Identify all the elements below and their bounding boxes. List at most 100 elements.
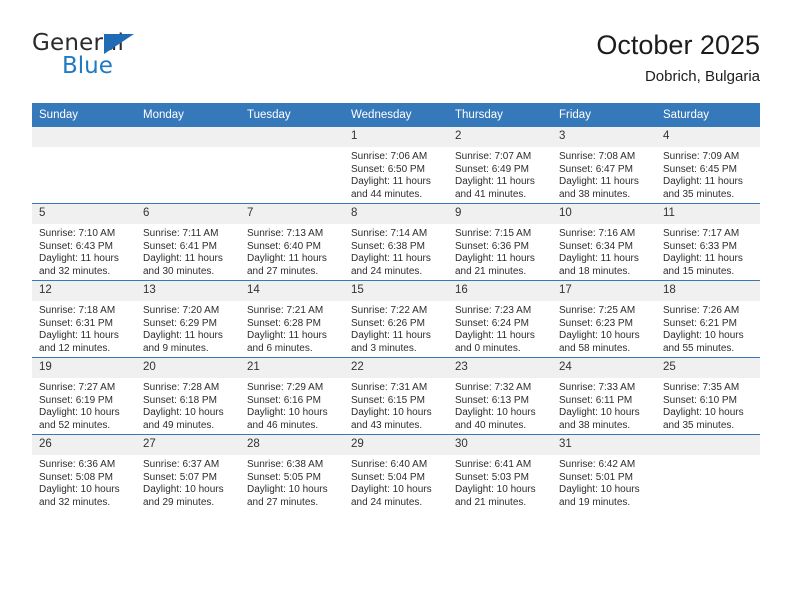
sunrise-text: Sunrise: 7:25 AM xyxy=(559,305,636,316)
day-number: 13 xyxy=(136,281,240,301)
calendar-day-cell-empty xyxy=(656,434,760,511)
calendar-day-cell[interactable]: 9 Sunrise: 7:15 AM Sunset: 6:36 PM Daylight… xyxy=(448,203,552,281)
sunset-text: Sunset: 6:21 PM xyxy=(663,317,737,329)
calendar-week-row: 5 Sunrise: 7:10 AM Sunset: 6:43 PM Daylight… xyxy=(32,203,760,281)
sunset-text: Sunset: 6:19 PM xyxy=(39,394,113,406)
day-sun-info: Sunrise: 7:26 AM Sunset: 6:21 PM Daylight:… xyxy=(656,301,760,355)
day-cell-inner xyxy=(240,127,344,203)
calendar-day-cell[interactable]: 26 Sunrise: 6:36 AM Sunset: 5:08 PM Dayligh… xyxy=(32,434,136,511)
calendar-day-cell[interactable]: 13 Sunrise: 7:20 AM Sunset: 6:29 PM Dayligh… xyxy=(136,280,240,358)
day-number: 29 xyxy=(344,435,448,455)
day-sun-info: Sunrise: 7:18 AM Sunset: 6:31 PM Daylight:… xyxy=(32,301,136,355)
calendar-day-cell[interactable]: 15 Sunrise: 7:22 AM Sunset: 6:26 PM Dayligh… xyxy=(344,280,448,358)
daylight-text-line2: and 18 minutes. xyxy=(559,265,631,277)
calendar-day-cell[interactable]: 1 Sunrise: 7:06 AM Sunset: 6:50 PM Daylight… xyxy=(344,127,448,204)
calendar-day-cell[interactable]: 30 Sunrise: 6:41 AM Sunset: 5:03 PM Dayligh… xyxy=(448,434,552,511)
general-blue-logo[interactable]: General Blue xyxy=(32,30,232,88)
daylight-text-line2: and 43 minutes. xyxy=(351,419,423,431)
sunset-text: Sunset: 6:41 PM xyxy=(143,240,217,252)
calendar-day-cell[interactable]: 14 Sunrise: 7:21 AM Sunset: 6:28 PM Dayligh… xyxy=(240,280,344,358)
sunset-text: Sunset: 6:16 PM xyxy=(247,394,321,406)
sunrise-text: Sunrise: 6:42 AM xyxy=(559,459,636,470)
day-number: 23 xyxy=(448,358,552,378)
daylight-text-line2: and 41 minutes. xyxy=(455,188,527,200)
calendar-day-cell[interactable]: 20 Sunrise: 7:28 AM Sunset: 6:18 PM Dayligh… xyxy=(136,357,240,435)
day-number: 2 xyxy=(448,127,552,147)
daylight-text-line1: Daylight: 10 hours xyxy=(455,484,536,496)
day-cell-inner: 30 Sunrise: 6:41 AM Sunset: 5:03 PM Dayligh… xyxy=(448,435,552,511)
sunset-text: Sunset: 5:03 PM xyxy=(455,471,529,483)
calendar-day-cell[interactable]: 29 Sunrise: 6:40 AM Sunset: 5:04 PM Dayligh… xyxy=(344,434,448,511)
daylight-text-line2: and 29 minutes. xyxy=(143,496,215,508)
day-number: 12 xyxy=(32,281,136,301)
calendar-day-cell[interactable]: 4 Sunrise: 7:09 AM Sunset: 6:45 PM Daylight… xyxy=(656,127,760,204)
day-number: 24 xyxy=(552,358,656,378)
calendar-week-row: 26 Sunrise: 6:36 AM Sunset: 5:08 PM Dayligh… xyxy=(32,434,760,511)
daylight-text-line2: and 55 minutes. xyxy=(663,342,735,354)
daylight-text-line1: Daylight: 11 hours xyxy=(663,253,743,265)
calendar-day-cell[interactable]: 2 Sunrise: 7:07 AM Sunset: 6:49 PM Daylight… xyxy=(448,127,552,204)
daylight-text-line2: and 3 minutes. xyxy=(351,342,417,354)
calendar-day-cell[interactable]: 12 Sunrise: 7:18 AM Sunset: 6:31 PM Dayligh… xyxy=(32,280,136,358)
daylight-text-line2: and 15 minutes. xyxy=(663,265,735,277)
calendar-day-cell[interactable]: 18 Sunrise: 7:26 AM Sunset: 6:21 PM Dayligh… xyxy=(656,280,760,358)
calendar-day-cell[interactable]: 21 Sunrise: 7:29 AM Sunset: 6:16 PM Dayligh… xyxy=(240,357,344,435)
calendar-day-cell[interactable]: 28 Sunrise: 6:38 AM Sunset: 5:05 PM Dayligh… xyxy=(240,434,344,511)
sunrise-text: Sunrise: 7:35 AM xyxy=(663,382,740,393)
daylight-text-line2: and 32 minutes. xyxy=(39,265,111,277)
calendar-day-cell[interactable]: 19 Sunrise: 7:27 AM Sunset: 6:19 PM Dayligh… xyxy=(32,357,136,435)
calendar-day-cell[interactable]: 27 Sunrise: 6:37 AM Sunset: 5:07 PM Dayligh… xyxy=(136,434,240,511)
day-sun-info: Sunrise: 7:13 AM Sunset: 6:40 PM Daylight:… xyxy=(240,224,344,278)
calendar-week-row: 12 Sunrise: 7:18 AM Sunset: 6:31 PM Dayligh… xyxy=(32,280,760,358)
day-number: 20 xyxy=(136,358,240,378)
daylight-text-line2: and 21 minutes. xyxy=(455,496,527,508)
day-number: 16 xyxy=(448,281,552,301)
day-cell-inner: 7 Sunrise: 7:13 AM Sunset: 6:40 PM Daylight… xyxy=(240,204,344,280)
day-cell-inner: 29 Sunrise: 6:40 AM Sunset: 5:04 PM Dayligh… xyxy=(344,435,448,511)
calendar-day-cell[interactable]: 10 Sunrise: 7:16 AM Sunset: 6:34 PM Dayligh… xyxy=(552,203,656,281)
weekday-header-row: Sunday Monday Tuesday Wednesday Thursday… xyxy=(32,103,760,127)
calendar-day-cell[interactable]: 24 Sunrise: 7:33 AM Sunset: 6:11 PM Dayligh… xyxy=(552,357,656,435)
sunrise-text: Sunrise: 7:22 AM xyxy=(351,305,428,316)
day-sun-info: Sunrise: 6:36 AM Sunset: 5:08 PM Daylight:… xyxy=(32,455,136,509)
calendar-day-cell[interactable]: 5 Sunrise: 7:10 AM Sunset: 6:43 PM Daylight… xyxy=(32,203,136,281)
daylight-text-line1: Daylight: 10 hours xyxy=(559,330,640,342)
calendar-day-cell[interactable]: 22 Sunrise: 7:31 AM Sunset: 6:15 PM Dayligh… xyxy=(344,357,448,435)
day-number: 3 xyxy=(552,127,656,147)
calendar-day-cell[interactable]: 16 Sunrise: 7:23 AM Sunset: 6:24 PM Dayligh… xyxy=(448,280,552,358)
calendar-day-cell[interactable]: 17 Sunrise: 7:25 AM Sunset: 6:23 PM Dayligh… xyxy=(552,280,656,358)
calendar-day-cell[interactable]: 23 Sunrise: 7:32 AM Sunset: 6:13 PM Dayligh… xyxy=(448,357,552,435)
calendar-day-cell[interactable]: 7 Sunrise: 7:13 AM Sunset: 6:40 PM Daylight… xyxy=(240,203,344,281)
sunrise-text: Sunrise: 7:26 AM xyxy=(663,305,740,316)
day-cell-inner: 26 Sunrise: 6:36 AM Sunset: 5:08 PM Dayligh… xyxy=(32,435,136,511)
sunset-text: Sunset: 5:07 PM xyxy=(143,471,217,483)
sunset-text: Sunset: 6:23 PM xyxy=(559,317,633,329)
calendar-day-cell[interactable]: 31 Sunrise: 6:42 AM Sunset: 5:01 PM Dayligh… xyxy=(552,434,656,511)
day-cell-inner: 4 Sunrise: 7:09 AM Sunset: 6:45 PM Daylight… xyxy=(656,127,760,203)
daylight-text-line2: and 21 minutes. xyxy=(455,265,527,277)
day-cell-inner: 22 Sunrise: 7:31 AM Sunset: 6:15 PM Dayligh… xyxy=(344,358,448,434)
sunrise-text: Sunrise: 7:32 AM xyxy=(455,382,532,393)
sunrise-text: Sunrise: 7:06 AM xyxy=(351,151,428,162)
title-block: October 2025 Dobrich, Bulgaria xyxy=(596,28,760,88)
weekday-header-monday: Monday xyxy=(136,103,240,127)
day-number: 5 xyxy=(32,204,136,224)
calendar-day-cell[interactable]: 3 Sunrise: 7:08 AM Sunset: 6:47 PM Daylight… xyxy=(552,127,656,204)
calendar-day-cell[interactable]: 6 Sunrise: 7:11 AM Sunset: 6:41 PM Daylight… xyxy=(136,203,240,281)
day-sun-info: Sunrise: 7:20 AM Sunset: 6:29 PM Daylight:… xyxy=(136,301,240,355)
day-number: 26 xyxy=(32,435,136,455)
daylight-text-line1: Daylight: 11 hours xyxy=(559,253,639,265)
logo-text-blue: Blue xyxy=(62,53,113,79)
sunrise-text: Sunrise: 7:16 AM xyxy=(559,228,636,239)
calendar-day-cell-empty xyxy=(240,127,344,204)
calendar-day-cell[interactable]: 25 Sunrise: 7:35 AM Sunset: 6:10 PM Dayligh… xyxy=(656,357,760,435)
calendar-day-cell[interactable]: 8 Sunrise: 7:14 AM Sunset: 6:38 PM Daylight… xyxy=(344,203,448,281)
calendar-day-cell[interactable]: 11 Sunrise: 7:17 AM Sunset: 6:33 PM Dayligh… xyxy=(656,203,760,281)
day-sun-info: Sunrise: 7:09 AM Sunset: 6:45 PM Daylight:… xyxy=(656,147,760,201)
daylight-text-line1: Daylight: 11 hours xyxy=(455,176,535,188)
daylight-text-line1: Daylight: 11 hours xyxy=(351,330,431,342)
sunset-text: Sunset: 6:49 PM xyxy=(455,163,529,175)
sunset-text: Sunset: 6:50 PM xyxy=(351,163,425,175)
daylight-text-line1: Daylight: 10 hours xyxy=(351,484,432,496)
day-sun-info: Sunrise: 7:06 AM Sunset: 6:50 PM Daylight:… xyxy=(344,147,448,201)
